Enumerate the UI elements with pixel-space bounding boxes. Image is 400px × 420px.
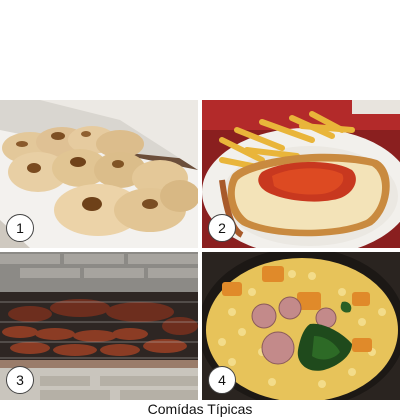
photo-asado: 3	[0, 252, 198, 400]
photo-number-badge: 4	[208, 366, 236, 394]
photo-locro: 4	[202, 252, 400, 400]
photo-number-badge: 1	[6, 214, 34, 242]
caption-text: Comídas Típicas	[147, 401, 253, 417]
photo-number-badge: 2	[208, 214, 236, 242]
photo-empanadas: 1	[0, 100, 198, 248]
photo-milanesa: 2	[202, 100, 400, 248]
photo-number-badge: 3	[6, 366, 34, 394]
